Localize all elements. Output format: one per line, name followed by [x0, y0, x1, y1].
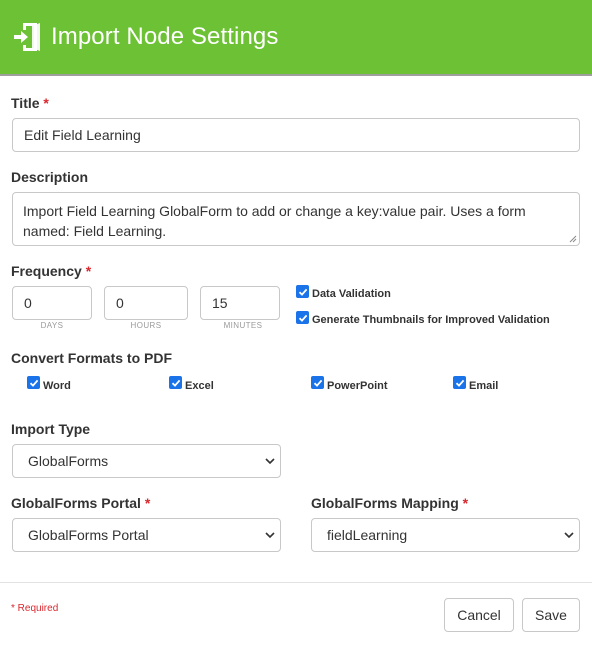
cancel-button[interactable]: Cancel	[444, 598, 514, 632]
portal-value: GlobalForms Portal	[28, 527, 149, 543]
description-label: Description	[11, 169, 89, 185]
checkmark-icon	[455, 379, 464, 387]
required-note: * Required	[11, 603, 59, 614]
convert-label: Convert Formats to PDF	[11, 350, 173, 366]
checkmark-icon	[171, 379, 180, 387]
title-input[interactable]: Edit Field Learning	[12, 118, 580, 152]
checkmark-icon	[298, 314, 307, 322]
minutes-input[interactable]: 15	[200, 286, 280, 320]
dialog-title: Import Node Settings	[51, 23, 279, 50]
excel-label: Excel	[185, 380, 214, 392]
checkmark-icon	[313, 379, 322, 387]
title-label-text: Title	[11, 95, 40, 111]
title-input-value: Edit Field Learning	[24, 127, 141, 143]
data-validation-label: Data Validation	[312, 288, 391, 300]
days-input[interactable]: 0	[12, 286, 92, 320]
email-checkbox[interactable]	[453, 376, 466, 389]
mapping-label-text: GlobalForms Mapping	[311, 495, 459, 511]
import-type-value: GlobalForms	[28, 453, 109, 469]
import-type-label: Import Type	[11, 421, 91, 437]
chevron-down-icon	[265, 458, 275, 465]
frequency-label-text: Frequency	[11, 263, 82, 279]
excel-checkbox[interactable]	[169, 376, 182, 389]
required-asterisk: *	[85, 263, 92, 279]
thumbnails-checkbox[interactable]	[296, 311, 309, 324]
checkmark-icon	[29, 379, 38, 387]
days-value: 0	[24, 295, 32, 311]
mapping-select[interactable]: fieldLearning	[311, 518, 580, 552]
checkmark-icon	[298, 288, 307, 296]
required-asterisk: *	[462, 495, 469, 511]
minutes-value: 15	[212, 295, 228, 311]
import-door-icon	[14, 23, 40, 51]
description-value: Import Field Learning GlobalForm to add …	[23, 203, 526, 239]
word-checkbox[interactable]	[27, 376, 40, 389]
minutes-unit-label: MINUTES	[223, 321, 263, 330]
chevron-down-icon	[265, 532, 275, 539]
thumbnails-label: Generate Thumbnails for Improved Validat…	[312, 314, 550, 326]
dialog-header: Import Node Settings	[0, 0, 592, 76]
required-asterisk: *	[43, 95, 49, 111]
hours-value: 0	[116, 295, 124, 311]
hours-input[interactable]: 0	[104, 286, 188, 320]
resize-handle-icon[interactable]	[569, 235, 577, 243]
mapping-label: GlobalForms Mapping *	[311, 495, 468, 511]
days-unit-label: DAYS	[40, 321, 64, 330]
save-button[interactable]: Save	[522, 598, 580, 632]
data-validation-checkbox[interactable]	[296, 285, 309, 298]
powerpoint-checkbox[interactable]	[311, 376, 324, 389]
title-label: Title *	[11, 95, 49, 111]
required-asterisk: *	[144, 495, 151, 511]
footer-divider	[0, 582, 592, 583]
description-textarea[interactable]: Import Field Learning GlobalForm to add …	[12, 192, 580, 246]
mapping-value: fieldLearning	[327, 527, 408, 543]
portal-label: GlobalForms Portal *	[11, 495, 150, 511]
import-type-select[interactable]: GlobalForms	[12, 444, 281, 478]
hours-unit-label: HOURS	[130, 321, 162, 330]
portal-label-text: GlobalForms Portal	[11, 495, 141, 511]
powerpoint-label: PowerPoint	[327, 380, 388, 392]
chevron-down-icon	[564, 532, 574, 539]
frequency-label: Frequency *	[11, 263, 91, 279]
word-label: Word	[43, 380, 71, 392]
email-label: Email	[469, 380, 499, 392]
portal-select[interactable]: GlobalForms Portal	[12, 518, 281, 552]
